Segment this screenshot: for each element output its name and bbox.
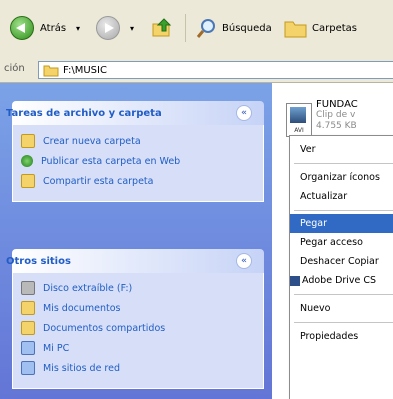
menu-item-properties[interactable]: Propiedades [290, 327, 393, 346]
address-bar: ción F:\MUSIC [0, 58, 393, 83]
folders-label: Carpetas [312, 22, 357, 34]
task-label: Compartir esta carpeta [43, 175, 154, 187]
address-input[interactable]: F:\MUSIC [38, 61, 393, 79]
toolbar-separator [185, 14, 186, 42]
menu-item-view[interactable]: Ver [290, 140, 393, 159]
address-label: ción [4, 63, 25, 74]
menu-item-adobe-drive[interactable]: Adobe Drive CS [290, 271, 393, 290]
place-label: Mi PC [43, 342, 70, 354]
menu-item-label: Pegar [300, 218, 327, 229]
back-button[interactable]: Atrás ▾ [10, 15, 80, 41]
folder-icon [284, 21, 307, 38]
menu-separator [294, 294, 393, 295]
task-label: Crear nueva carpeta [43, 135, 141, 147]
back-arrow-icon [10, 16, 34, 40]
computer-icon [21, 341, 35, 355]
other-places-panel: Otros sitios « Disco extraíble (F:) Mis … [6, 249, 264, 389]
file-tasks-title: Tareas de archivo y carpeta [6, 107, 162, 119]
place-my-documents[interactable]: Mis documentos [13, 298, 263, 318]
menu-item-label: Actualizar [300, 191, 348, 202]
task-label: Publicar esta carpeta en Web [41, 155, 181, 167]
search-icon [196, 19, 215, 38]
forward-arrow-icon [96, 16, 120, 40]
search-label: Búsqueda [222, 22, 272, 34]
network-icon [21, 361, 35, 375]
place-label: Mis sitios de red [43, 362, 121, 374]
context-menu: Ver Organizar íconos Actualizar Pegar Pe… [289, 135, 393, 399]
place-my-computer[interactable]: Mi PC [13, 338, 263, 358]
drive-icon [21, 281, 35, 295]
new-folder-icon [21, 134, 35, 148]
menu-item-label: Adobe Drive CS [302, 275, 377, 286]
video-file-icon[interactable]: AVI [286, 103, 312, 137]
task-share-folder[interactable]: Compartir esta carpeta [13, 171, 263, 191]
address-value: F:\MUSIC [63, 64, 107, 76]
adobe-drive-icon [290, 275, 300, 286]
file-list-pane: AVI FUNDAC Clip de v 4.755 KB Ver Organi… [272, 83, 393, 399]
other-places-title: Otros sitios [6, 255, 71, 267]
menu-item-refresh[interactable]: Actualizar [290, 187, 393, 206]
search-button[interactable]: Búsqueda [196, 15, 272, 41]
file-name: FUNDAC [316, 99, 358, 110]
up-folder-button[interactable] [150, 15, 174, 41]
toolbar: Atrás ▾ ▾ Búsqueda Carpetas [0, 0, 393, 59]
file-item[interactable]: FUNDAC Clip de v 4.755 KB [316, 99, 358, 132]
share-folder-icon [21, 174, 35, 188]
place-label: Documentos compartidos [43, 322, 166, 334]
task-publish-web[interactable]: Publicar esta carpeta en Web [13, 151, 263, 171]
other-places-body: Disco extraíble (F:) Mis documentos Docu… [12, 273, 264, 389]
globe-icon [21, 155, 33, 167]
place-network[interactable]: Mis sitios de red [13, 358, 263, 378]
file-type: Clip de v [316, 110, 356, 120]
file-tasks-panel: Tareas de archivo y carpeta « Crear nuev… [6, 101, 264, 202]
menu-separator [294, 322, 393, 323]
menu-item-label: Nuevo [300, 303, 331, 314]
place-removable-disk[interactable]: Disco extraíble (F:) [13, 278, 263, 298]
place-shared-documents[interactable]: Documentos compartidos [13, 318, 263, 338]
documents-folder-icon [21, 301, 35, 315]
file-size: 4.755 KB [316, 121, 357, 131]
menu-separator [294, 210, 393, 211]
task-pane: Tareas de archivo y carpeta « Crear nuev… [0, 83, 272, 399]
shared-folder-icon [21, 321, 35, 335]
menu-item-label: Organizar íconos [300, 172, 380, 183]
menu-item-undo-copy[interactable]: Deshacer Copiar [290, 252, 393, 271]
menu-item-label: Pegar acceso [300, 237, 363, 248]
file-tasks-header[interactable]: Tareas de archivo y carpeta « [6, 101, 264, 125]
forward-button[interactable]: ▾ [96, 15, 134, 41]
file-tasks-body: Crear nueva carpeta Publicar esta carpet… [12, 125, 264, 202]
up-folder-icon [152, 18, 172, 37]
explorer-window: Atrás ▾ ▾ Búsqueda Carpetas ción F:\MUSI… [0, 0, 393, 399]
folders-button[interactable]: Carpetas [284, 15, 357, 41]
menu-item-paste[interactable]: Pegar [290, 214, 393, 233]
collapse-icon[interactable]: « [236, 253, 252, 269]
back-label: Atrás [40, 22, 67, 34]
menu-separator [294, 163, 393, 164]
menu-item-arrange-icons[interactable]: Organizar íconos [290, 168, 393, 187]
menu-item-label: Ver [300, 144, 316, 155]
place-label: Disco extraíble (F:) [43, 282, 133, 294]
chevron-down-icon[interactable]: ▾ [76, 24, 80, 33]
place-label: Mis documentos [43, 302, 121, 314]
chevron-down-icon[interactable]: ▾ [130, 24, 134, 33]
menu-item-new[interactable]: Nuevo [290, 299, 393, 318]
task-create-folder[interactable]: Crear nueva carpeta [13, 131, 263, 151]
other-places-header[interactable]: Otros sitios « [6, 249, 264, 273]
menu-item-label: Propiedades [300, 331, 359, 342]
menu-item-label: Deshacer Copiar [300, 256, 379, 267]
folder-icon [43, 65, 59, 76]
collapse-icon[interactable]: « [236, 105, 252, 121]
menu-item-paste-shortcut[interactable]: Pegar acceso [290, 233, 393, 252]
